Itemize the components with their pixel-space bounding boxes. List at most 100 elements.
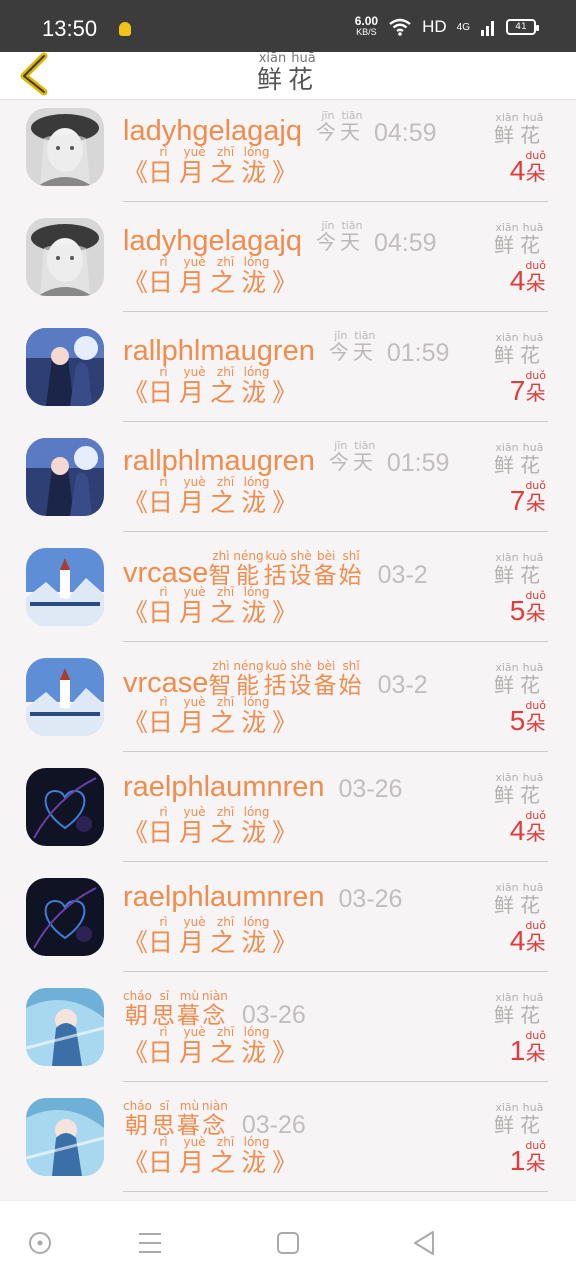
sender-name[interactable]: raelphlaumnren xyxy=(123,880,325,914)
gift-name: 《日rì月yuè之zhī泷lóng》 xyxy=(123,365,297,409)
char: 之 xyxy=(210,1038,242,1067)
pinyin: duǒ xyxy=(525,1029,546,1042)
pinyin: duǒ xyxy=(525,259,546,272)
char: 天 xyxy=(339,122,364,144)
pinyin: lóng xyxy=(241,695,273,709)
home-button[interactable] xyxy=(270,1225,306,1261)
list-item[interactable]: ladyhgelagajq 今jīn天tiān 04:59 《日rì月yuè之zhī泷… xyxy=(0,210,576,320)
list-item[interactable]: ladyhgelagajq 今jīn天tiān 04:59 《日rì月yuè之zhī泷… xyxy=(0,100,576,210)
char: 朵 xyxy=(525,491,546,515)
divider xyxy=(123,201,548,202)
list-item[interactable]: rallphlmaugren 今jīn天tiān 01:59 《日rì月yuè之zhī… xyxy=(0,320,576,430)
divider xyxy=(123,751,548,752)
list-item[interactable]: vrcase 智zhì能néng括kuò设shè备bèi始shǐ 03-2 《日rì月… xyxy=(0,540,576,650)
avatar[interactable] xyxy=(26,108,104,186)
ruby-char: 日rì xyxy=(148,805,180,847)
char: 之 xyxy=(210,378,242,407)
pinyin: zhì xyxy=(208,549,234,563)
pinyin: xiān xyxy=(494,551,520,564)
flower-count: 5 xyxy=(509,705,526,736)
pinyin: yuè xyxy=(179,585,211,599)
pinyin: mù xyxy=(176,989,202,1003)
ruby-char: 备bèi xyxy=(314,549,339,589)
time-value: 01:59 xyxy=(386,449,450,477)
bracket-open: 《 xyxy=(123,1038,149,1067)
ruby-char: 今jīn xyxy=(328,439,353,474)
sender-name[interactable]: rallphlmaugren xyxy=(123,334,315,368)
sender-name[interactable]: raelphlaumnren xyxy=(123,770,325,804)
char: 之 xyxy=(210,158,242,187)
flower-count-block: 鲜xiān花huā 4 朵duǒ xyxy=(476,881,546,956)
flower-count-block: 鲜xiān花huā 4 朵duǒ xyxy=(476,771,546,846)
pinyin: lóng xyxy=(241,915,273,929)
today-label: 今jīn天tiān xyxy=(328,439,377,478)
menu-button[interactable] xyxy=(132,1225,168,1261)
flower-count-line: 5 朵duǒ xyxy=(476,589,546,626)
divider xyxy=(123,421,548,422)
avatar-image xyxy=(26,768,104,846)
avatar[interactable] xyxy=(26,548,104,626)
ruby-char: 泷lóng xyxy=(241,585,272,627)
avatar[interactable] xyxy=(26,328,104,406)
char: 鲜 xyxy=(494,783,520,807)
avatar[interactable] xyxy=(26,658,104,736)
list-item[interactable]: raelphlaumnren 03-26 《日rì月yuè之zhī泷lóng》 鲜xi… xyxy=(0,870,576,980)
char: 之 xyxy=(210,268,242,297)
ruby-char: 鲜xiān xyxy=(494,881,520,917)
pinyin: duǒ xyxy=(525,589,546,602)
pinyin: cháo xyxy=(123,989,152,1003)
avatar[interactable] xyxy=(26,878,104,956)
sender-line: 朝cháo思sī暮mù念niàn 03-26 xyxy=(123,1099,306,1140)
ruby-char: 朵duǒ xyxy=(525,809,546,845)
flower-unit: 朵duǒ xyxy=(525,149,546,186)
gift-title: 日rì月yuè之zhī泷lóng xyxy=(148,1135,272,1177)
flower-count: 7 xyxy=(509,485,526,516)
ruby-char: 花huā xyxy=(520,661,546,697)
sender-name[interactable]: ladyhgelagajq xyxy=(123,224,302,258)
ruby-char: 鲜xiān xyxy=(494,551,520,587)
list-item[interactable]: rallphlmaugren 今jīn天tiān 01:59 《日rì月yuè之zhī… xyxy=(0,430,576,540)
pinyin: xiān xyxy=(494,221,520,234)
timestamp: 今jīn天tiān 04:59 xyxy=(316,219,437,258)
sender-name-chinese[interactable]: 智zhì能néng括kuò设shè备bèi始shǐ xyxy=(208,659,363,700)
ruby-char: 鲜xiān xyxy=(494,441,520,477)
gift-title: 日rì月yuè之zhī泷lóng xyxy=(148,1025,272,1067)
ruby-char: 泷lóng xyxy=(241,145,272,187)
list-item[interactable]: raelphlaumnren 03-26 《日rì月yuè之zhī泷lóng》 鲜xi… xyxy=(0,760,576,870)
flower-count: 1 xyxy=(509,1145,526,1176)
gift-name: 《日rì月yuè之zhī泷lóng》 xyxy=(123,585,297,629)
sender-line: rallphlmaugren 今jīn天tiān 01:59 xyxy=(123,439,450,478)
gift-name: 《日rì月yuè之zhī泷lóng》 xyxy=(123,475,297,519)
bracket-close: 》 xyxy=(272,928,298,957)
avatar[interactable] xyxy=(26,438,104,516)
char: 今 xyxy=(328,452,353,474)
pinyin: duǒ xyxy=(525,479,546,492)
sender-name[interactable]: rallphlmaugren xyxy=(123,444,315,478)
char: 月 xyxy=(179,818,211,847)
ruby-char: 朵duǒ xyxy=(525,589,546,625)
ruby-char: 泷lóng xyxy=(241,475,272,517)
today-label: 今jīn天tiān xyxy=(316,219,364,258)
avatar[interactable] xyxy=(26,988,104,1066)
avatar[interactable] xyxy=(26,218,104,296)
sender-name-chinese[interactable]: 朝cháo思sī暮mù念niàn xyxy=(123,1099,228,1140)
char: 泷 xyxy=(241,928,273,957)
ruby-char: 泷lóng xyxy=(241,805,272,847)
char: 日 xyxy=(148,818,180,847)
avatar[interactable] xyxy=(26,768,104,846)
ruby-char: 泷lóng xyxy=(241,695,272,737)
list-item[interactable]: 朝cháo思sī暮mù念niàn 03-26 《日rì月yuè之zhī泷lóng》鲜… xyxy=(0,980,576,1090)
list-item[interactable]: 朝cháo思sī暮mù念niàn 03-26 《日rì月yuè之zhī泷lóng》鲜… xyxy=(0,1090,576,1200)
gift-title: 日rì月yuè之zhī泷lóng xyxy=(148,255,272,297)
ruby-char: 之zhī xyxy=(210,365,242,407)
back-nav-button[interactable] xyxy=(406,1225,442,1261)
sender-name-chinese[interactable]: 智zhì能néng括kuò设shè备bèi始shǐ xyxy=(208,549,363,590)
sender-name[interactable]: ladyhgelagajq xyxy=(123,114,302,148)
flower-count-line: 7 朵duǒ xyxy=(476,369,546,406)
ruby-char: 月yuè xyxy=(179,475,210,517)
ruby-char: 之zhī xyxy=(210,915,241,957)
avatar[interactable] xyxy=(26,1098,104,1176)
sender-name-chinese[interactable]: 朝cháo思sī暮mù念niàn xyxy=(123,989,228,1030)
assistant-button[interactable] xyxy=(22,1225,58,1261)
list-item[interactable]: vrcase 智zhì能néng括kuò设shè备bèi始shǐ 03-2 《日rì月… xyxy=(0,650,576,760)
